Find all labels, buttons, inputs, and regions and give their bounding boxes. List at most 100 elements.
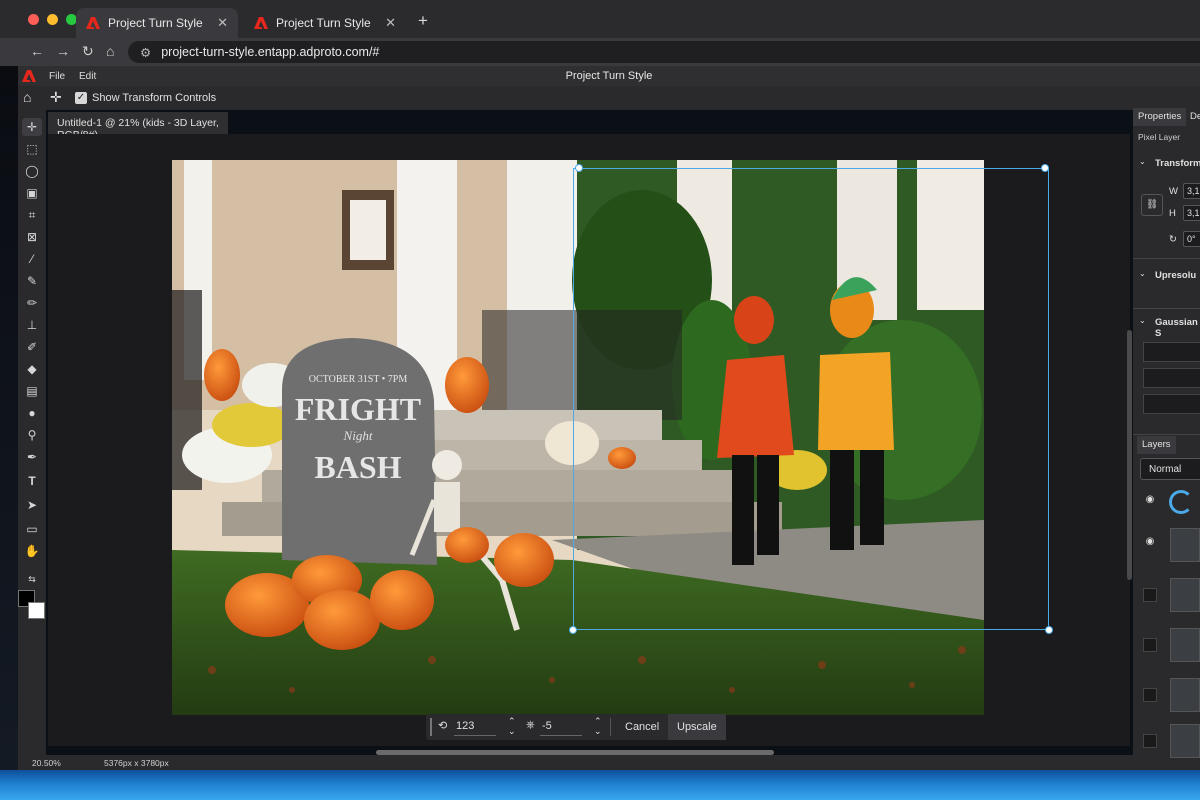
chevron-down-icon[interactable]: ⌄ [1139,157,1146,166]
site-settings-icon[interactable]: ⚙ [140,45,151,60]
gaussian-control[interactable] [1143,394,1200,414]
layer-type-label: Pixel Layer [1138,132,1181,142]
frame-tool-icon[interactable]: ⊠ [22,228,42,246]
angle-input[interactable]: 0° [1183,231,1200,247]
layer-row[interactable] [1133,678,1200,728]
crop-tool-icon[interactable]: ⌗ [22,206,42,224]
app-title: Project Turn Style [565,70,653,82]
cancel-button[interactable]: Cancel [616,714,668,740]
tab-properties[interactable]: Properties [1133,108,1187,126]
back-arrow-icon[interactable]: ← [30,43,44,59]
hand-tool-icon[interactable]: ✋ [22,542,42,560]
blend-mode-select[interactable]: Normal [1140,458,1200,480]
stamp-tool-icon[interactable]: ⊥ [22,316,42,334]
layer-row[interactable] [1133,724,1200,774]
url-field[interactable]: ⚙ project-turn-style.entapp.adproto.com/… [128,41,1200,63]
layer-thumbnail [1170,628,1200,662]
move-tool-icon[interactable]: ✛ [22,118,42,136]
window-controls [28,14,77,25]
height-input[interactable]: 3,1 [1183,205,1200,221]
tab-title: Project Turn Style [108,16,203,30]
rotate-icon: ↻ [1169,234,1177,245]
close-tab-icon[interactable]: ✕ [385,15,396,31]
dodge-tool-icon[interactable]: ⚲ [22,426,42,444]
type-tool-icon[interactable]: T [22,472,42,490]
brush-tool-icon[interactable]: ✏ [22,294,42,312]
document-tab[interactable]: Untitled-1 @ 21% (kids - 3D Layer, RGB/8… [48,112,228,141]
new-tab-button[interactable]: + [418,11,428,31]
upscale-button[interactable]: Upscale [668,714,726,740]
lasso-tool-icon[interactable]: ◯ [22,162,42,180]
visibility-toggle[interactable] [1143,734,1157,748]
divider [1133,434,1200,435]
chevron-down-icon[interactable]: ⌄ [1139,316,1146,325]
transform-handle-top-left[interactable] [575,164,583,172]
close-window-button[interactable] [28,14,39,25]
gradient-tool-icon[interactable]: ▤ [22,382,42,400]
chevron-down-icon[interactable]: ⌄ [1139,269,1146,278]
screen: Project Turn Style ✕ Project Turn Style … [0,0,1200,800]
path-select-icon[interactable]: ➤ [22,496,42,514]
browser-tab-1[interactable]: Project Turn Style ✕ [76,8,238,38]
url-text: project-turn-style.entapp.adproto.com/# [161,45,380,59]
pen-tool-icon[interactable]: ✒ [22,448,42,466]
blur-tool-icon[interactable]: ● [22,404,42,422]
home-icon[interactable]: ⌂ [23,89,31,105]
tab-details[interactable]: De [1185,108,1200,126]
eyedropper-tool-icon[interactable]: ⁄ [22,250,42,268]
shape-tool-icon[interactable]: ▭ [22,520,42,538]
rotation-stepper-icon[interactable]: ⌃ ⌄ [508,716,516,736]
eraser-tool-icon[interactable]: ◆ [22,360,42,378]
marquee-tool-icon[interactable]: ⬚ [22,140,42,158]
rotation-input[interactable]: 123 [456,720,474,732]
browser-tab-2[interactable]: Project Turn Style ✕ [244,8,406,38]
svg-text:FRIGHT: FRIGHT [295,391,421,427]
history-brush-icon[interactable]: ✐ [22,338,42,356]
visibility-toggle[interactable] [1143,688,1157,702]
svg-text:BASH: BASH [314,449,401,485]
object-select-tool-icon[interactable]: ▣ [22,184,42,202]
visibility-toggle[interactable] [1143,588,1157,602]
zoom-level[interactable]: 20.50% [32,758,61,768]
background-color-swatch[interactable] [28,602,45,619]
layer-row[interactable] [1133,628,1200,678]
layer-row[interactable] [1133,578,1200,628]
drag-handle[interactable] [430,718,432,736]
show-transform-checkbox[interactable]: ✓ [75,92,87,104]
loading-spinner-icon [1169,490,1193,514]
tilt-stepper-icon[interactable]: ⌃ ⌄ [594,716,602,736]
healing-brush-icon[interactable]: ✎ [22,272,42,290]
divider [610,718,611,736]
svg-text:Night: Night [343,428,373,443]
gaussian-control[interactable] [1143,342,1200,362]
move-tool-icon[interactable]: ✛ [50,89,62,106]
minimize-window-button[interactable] [47,14,58,25]
transform-heading: Transform [1155,158,1200,169]
gaussian-heading: Gaussian S [1155,317,1198,339]
forward-arrow-icon[interactable]: → [56,43,70,59]
rotation-input-underline [454,735,496,736]
transform-handle-bottom-left[interactable] [569,626,577,634]
swap-colors-icon[interactable]: ⇆ [22,570,42,588]
link-icon[interactable]: ⛓ [1141,194,1163,216]
transform-handle-bottom-right[interactable] [1045,626,1053,634]
close-tab-icon[interactable]: ✕ [217,15,228,31]
layer-thumbnail [1170,724,1200,758]
rotate-icon: ⟲ [438,720,448,732]
transform-bounding-box[interactable] [573,168,1049,630]
home-icon[interactable]: ⌂ [106,43,114,59]
tab-layers[interactable]: Layers [1137,436,1176,454]
eye-icon[interactable]: ◉ [1142,536,1158,552]
width-input[interactable]: 3,1 [1183,183,1200,199]
layer-thumbnail [1170,678,1200,712]
transform-handle-top-right[interactable] [1041,164,1049,172]
reload-icon[interactable]: ↻ [82,43,94,60]
layer-row[interactable]: ◉ [1133,528,1200,578]
eye-icon[interactable]: ◉ [1142,494,1158,510]
tab-title: Project Turn Style [276,16,371,30]
tilt-input[interactable]: -5 [542,720,552,732]
adobe-logo-icon [254,17,268,29]
visibility-toggle[interactable] [1143,638,1157,652]
panel-scrollbar[interactable] [1127,330,1132,580]
gaussian-control[interactable] [1143,368,1200,388]
